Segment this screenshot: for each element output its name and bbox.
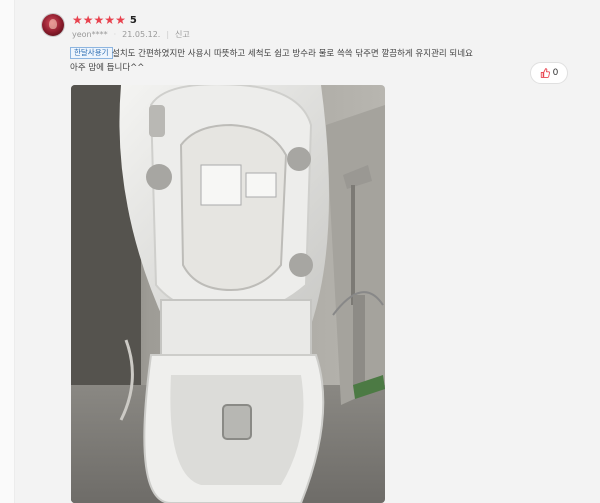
star-icon: ★ xyxy=(93,13,105,27)
meta-divider: | xyxy=(166,30,170,39)
star-icon: ★ xyxy=(104,13,116,27)
review-date: 21.05.12. xyxy=(122,30,161,39)
review-meta: yeon**** · 21.05.12. | 신고 xyxy=(72,29,190,40)
page-scroll-edge xyxy=(0,0,15,503)
rating-score: 5 xyxy=(129,14,137,26)
review-photo[interactable] xyxy=(71,85,385,503)
like-count: 0 xyxy=(552,68,559,78)
toilet-photo-image xyxy=(71,85,385,503)
like-button[interactable]: 0 xyxy=(530,62,568,84)
star-icon: ★ xyxy=(82,13,94,27)
review-text: 설치도 간편하였지만 사용시 따뜻하고 세척도 쉽고 방수라 물로 쓱쓱 닦주면… xyxy=(70,49,473,73)
star-icon: ★ xyxy=(72,13,83,27)
meta-divider: · xyxy=(113,30,117,39)
user-avatar xyxy=(42,14,64,36)
rating-stars: ★ ★ ★ ★ ★ 5 xyxy=(72,13,137,27)
star-icon: ★ xyxy=(115,13,126,27)
thumbs-up-icon xyxy=(540,68,550,78)
review-username: yeon**** xyxy=(72,30,108,39)
report-link[interactable]: 신고 xyxy=(175,29,190,40)
review-card: ★ ★ ★ ★ ★ 5 yeon**** · 21.05.12. | 신고 한달… xyxy=(32,0,600,503)
